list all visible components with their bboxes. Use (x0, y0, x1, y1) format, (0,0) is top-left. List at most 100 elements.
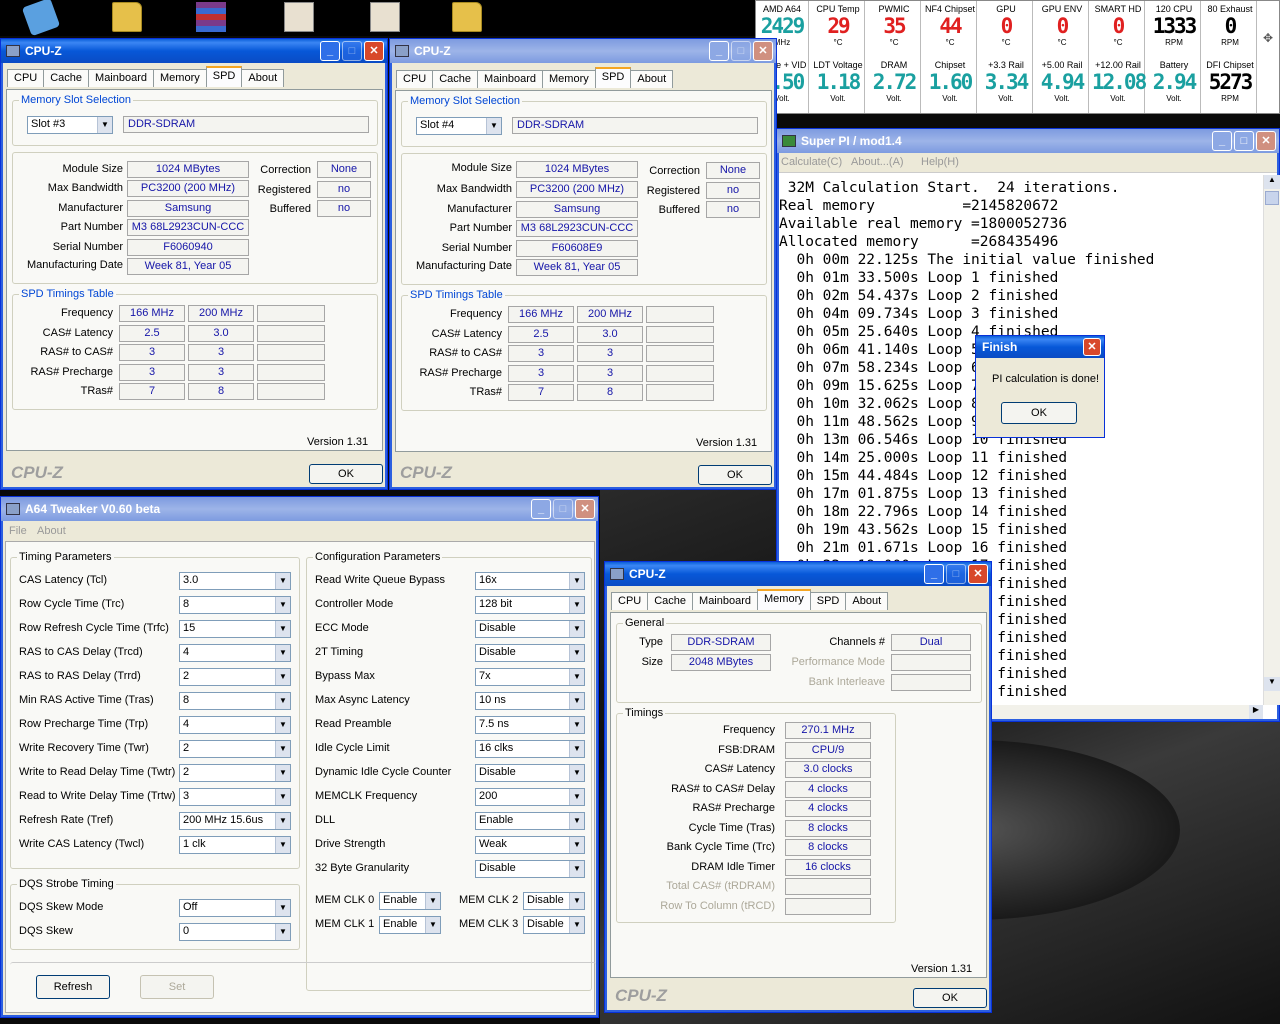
log-line: 0h 19m 43.562s Loop 15 finished (779, 522, 1068, 538)
param-select[interactable]: 200 ▼ (475, 788, 585, 806)
tab-memory[interactable]: Memory (757, 589, 811, 610)
close-button[interactable]: ✕ (968, 564, 988, 584)
param-select[interactable]: Disable ▼ (475, 644, 585, 662)
slot-select[interactable]: Slot #4 ▼ (416, 117, 502, 135)
tab-about[interactable]: About (845, 592, 889, 610)
maximize-button[interactable]: □ (946, 564, 966, 584)
set-button[interactable]: Set (140, 975, 214, 999)
param-select[interactable]: Enable ▼ (379, 892, 441, 910)
timing-label: Cycle Time (Tras) (688, 821, 775, 834)
tab-cache[interactable]: Cache (432, 70, 479, 88)
close-button[interactable]: ✕ (1083, 338, 1101, 356)
maximize-button[interactable]: □ (1234, 131, 1254, 151)
param-select[interactable]: 16 clks ▼ (475, 740, 585, 758)
program-icon[interactable] (21, 0, 61, 37)
maximize-button[interactable]: □ (731, 41, 751, 61)
param-select[interactable]: 128 bit ▼ (475, 596, 585, 614)
param-select[interactable]: Enable ▼ (475, 812, 585, 830)
document-icon[interactable] (370, 2, 400, 32)
tab-about[interactable]: About (630, 70, 674, 88)
param-select[interactable]: 4 ▼ (179, 644, 291, 662)
tab-mainboard[interactable]: Mainboard (692, 592, 759, 610)
title-bar[interactable]: Super PI / mod1.4 _ □ ✕ (777, 129, 1279, 153)
vertical-scrollbar[interactable]: ▲ ▼ (1263, 175, 1280, 705)
window-title: CPU-Z (629, 567, 666, 581)
chevron-down-icon: ▼ (275, 813, 290, 829)
tab-spd[interactable]: SPD (205, 66, 243, 87)
ok-button[interactable]: OK (309, 464, 383, 484)
chevron-down-icon[interactable]: ▼ (1264, 677, 1280, 691)
param-select[interactable]: 8 ▼ (179, 692, 291, 710)
refresh-button[interactable]: Refresh (36, 975, 110, 999)
tab-cache[interactable]: Cache (647, 592, 694, 610)
minimize-button[interactable]: _ (1212, 131, 1232, 151)
param-select[interactable]: 7.5 ns ▼ (475, 716, 585, 734)
param-select[interactable]: 8 ▼ (179, 596, 291, 614)
tab-memory[interactable]: Memory (153, 69, 207, 87)
param-select[interactable]: 2 ▼ (179, 668, 291, 686)
menu-file[interactable]: File (9, 525, 27, 537)
param-select[interactable]: 2 ▼ (179, 764, 291, 782)
tab-cpu[interactable]: CPU (611, 592, 649, 610)
menu-about[interactable]: About...(A) (851, 156, 904, 168)
param-select[interactable]: Disable ▼ (475, 764, 585, 782)
param-select[interactable]: 0 ▼ (179, 923, 291, 941)
winrar-icon[interactable] (196, 2, 226, 32)
menu-help[interactable]: Help(H) (921, 156, 959, 168)
tab-about[interactable]: About (241, 69, 285, 87)
close-button[interactable]: ✕ (1256, 131, 1276, 151)
param-select[interactable]: 7x ▼ (475, 668, 585, 686)
maximize-button[interactable]: □ (342, 41, 362, 61)
param-select[interactable]: 200 MHz 15.6us ▼ (179, 812, 291, 830)
param-select[interactable]: Disable ▼ (475, 620, 585, 638)
tab-spd[interactable]: SPD (594, 67, 632, 88)
close-button[interactable]: ✕ (364, 41, 384, 61)
ok-button[interactable]: OK (1001, 402, 1077, 424)
scroll-thumb[interactable] (1265, 191, 1279, 205)
param-select[interactable]: Disable ▼ (523, 916, 585, 934)
tab-cpu[interactable]: CPU (396, 70, 434, 88)
title-bar[interactable]: A64 Tweaker V0.60 beta _ □ ✕ (1, 497, 598, 521)
minimize-button[interactable]: _ (531, 499, 551, 519)
minimize-button[interactable]: _ (320, 41, 340, 61)
folder-icon[interactable] (112, 2, 142, 32)
param-select[interactable]: 2 ▼ (179, 740, 291, 758)
tab-memory[interactable]: Memory (542, 70, 596, 88)
minimize-button[interactable]: _ (709, 41, 729, 61)
slot-select[interactable]: Slot #3 ▼ (27, 116, 113, 134)
param-select[interactable]: 3.0 ▼ (179, 572, 291, 590)
param-select[interactable]: 3 ▼ (179, 788, 291, 806)
param-select[interactable]: Off ▼ (179, 899, 291, 917)
maximize-button[interactable]: □ (553, 499, 573, 519)
param-select[interactable]: 4 ▼ (179, 716, 291, 734)
menu-about[interactable]: About (37, 525, 66, 537)
tab-spd[interactable]: SPD (809, 592, 847, 610)
chevron-right-icon[interactable]: ▶ (1249, 705, 1263, 719)
title-bar[interactable]: CPU-Z _ □ ✕ (605, 562, 991, 586)
param-select[interactable]: Enable ▼ (379, 916, 441, 934)
param-select[interactable]: Disable ▼ (475, 860, 585, 878)
param-select[interactable]: Disable ▼ (523, 892, 585, 910)
menu-calculate[interactable]: Calculate(C) (781, 156, 842, 168)
ok-button[interactable]: OK (698, 465, 772, 485)
param-select[interactable]: 1 clk ▼ (179, 836, 291, 854)
folder-icon[interactable] (452, 2, 482, 32)
title-bar[interactable]: CPU-Z _ □ ✕ (390, 39, 776, 63)
minimize-button[interactable]: _ (924, 564, 944, 584)
param-select[interactable]: 16x ▼ (475, 572, 585, 590)
param-select[interactable]: 15 ▼ (179, 620, 291, 638)
tab-mainboard[interactable]: Mainboard (477, 70, 544, 88)
ok-button[interactable]: OK (913, 988, 987, 1008)
title-bar[interactable]: Finish ✕ (976, 336, 1104, 358)
tab-cpu[interactable]: CPU (7, 69, 45, 87)
param-select[interactable]: 10 ns ▼ (475, 692, 585, 710)
param-select[interactable]: Weak ▼ (475, 836, 585, 854)
document-icon[interactable] (284, 2, 314, 32)
tab-mainboard[interactable]: Mainboard (88, 69, 155, 87)
tab-cache[interactable]: Cache (43, 69, 90, 87)
close-button[interactable]: ✕ (575, 499, 595, 519)
close-button[interactable]: ✕ (753, 41, 773, 61)
move-icon[interactable]: ✥ (1263, 31, 1277, 45)
title-bar[interactable]: CPU-Z _ □ ✕ (1, 39, 387, 63)
chevron-up-icon[interactable]: ▲ (1264, 175, 1280, 189)
